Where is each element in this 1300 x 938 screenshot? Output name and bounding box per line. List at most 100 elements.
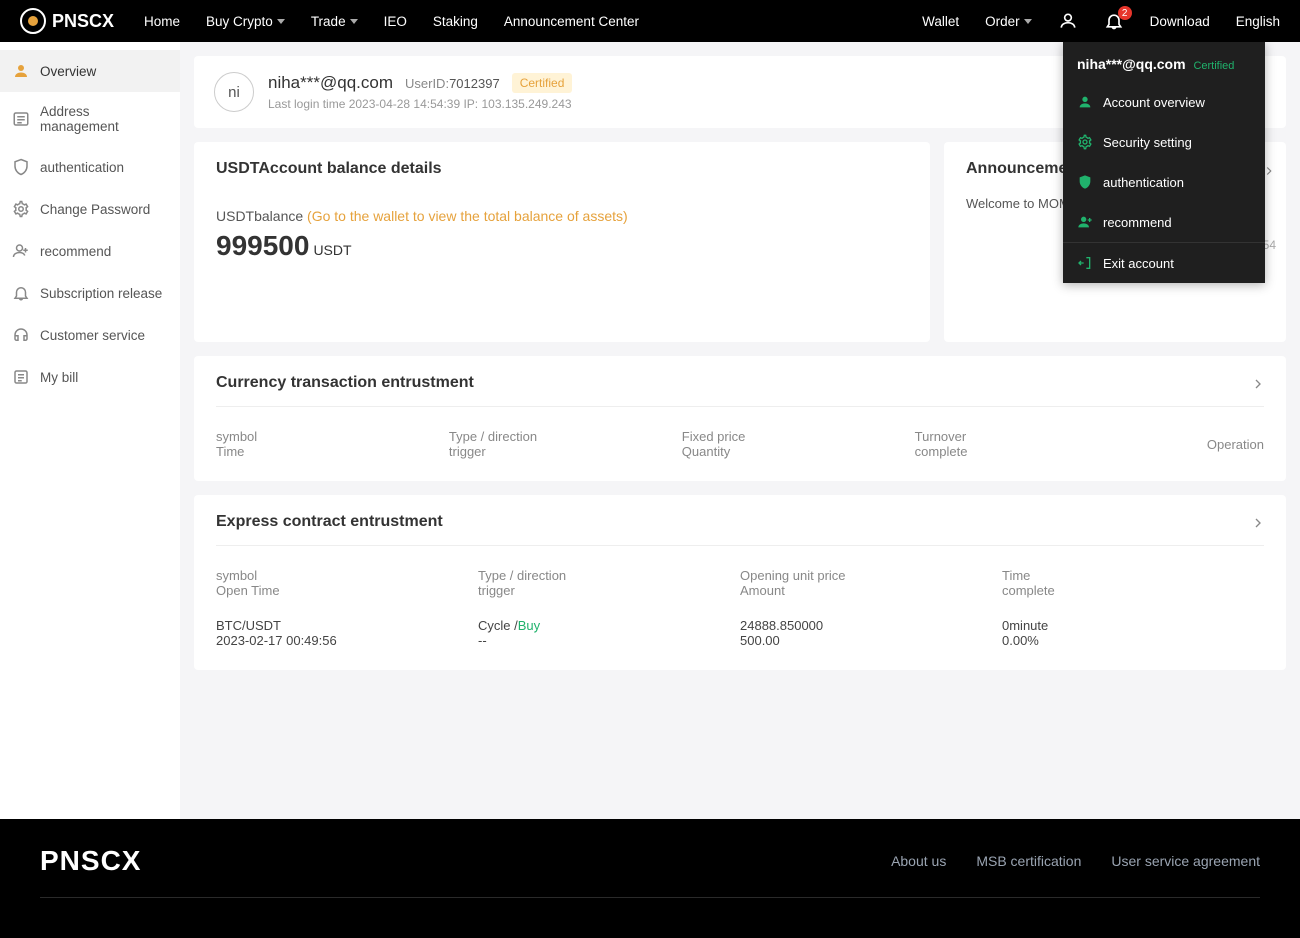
footer-agreement[interactable]: User service agreement — [1111, 853, 1260, 869]
sidebar-address-label: Address management — [40, 104, 168, 134]
buy-label: Buy — [518, 618, 540, 633]
brand-text: PNSCX — [52, 11, 114, 32]
user-email: niha***@qq.com — [268, 73, 393, 93]
th: trigger — [478, 583, 740, 598]
gear-icon — [1077, 134, 1093, 150]
nav-buy[interactable]: Buy Crypto — [206, 14, 285, 29]
certified-badge: Certified — [512, 73, 573, 93]
sidebar-item-bill[interactable]: My bill — [0, 356, 180, 398]
nav-buy-label: Buy Crypto — [206, 14, 273, 29]
balance-label: USDTbalance — [216, 208, 303, 224]
dropdown-overview-label: Account overview — [1103, 95, 1205, 110]
cycle-label: Cycle / — [478, 618, 518, 633]
balance-link[interactable]: (Go to the wallet to view the total bala… — [307, 208, 628, 224]
td: 0.00% — [1002, 633, 1264, 648]
nav-right: Wallet Order 2 Download English — [922, 11, 1280, 31]
sidebar-bill-label: My bill — [40, 370, 78, 385]
dropdown-authentication[interactable]: authentication — [1063, 162, 1265, 202]
nav-ieo[interactable]: IEO — [384, 14, 407, 29]
dropdown-recommend[interactable]: recommend — [1063, 202, 1265, 242]
currency-table-header: symbolTime Type / directiontrigger Fixed… — [216, 425, 1264, 463]
th: symbol — [216, 568, 478, 583]
th: Type / direction — [449, 429, 682, 444]
balance-title: USDTAccount balance details — [216, 160, 908, 178]
balance-card: USDTAccount balance details USDTbalance … — [194, 142, 930, 342]
sidebar-item-customer[interactable]: Customer service — [0, 314, 180, 356]
th: Operation — [1207, 437, 1264, 452]
shield-icon — [12, 158, 30, 176]
sidebar-item-overview[interactable]: Overview — [0, 50, 180, 92]
sidebar-overview-label: Overview — [40, 64, 96, 79]
sidebar-item-auth[interactable]: authentication — [0, 146, 180, 188]
footer-brand: PNSCX — [40, 845, 141, 877]
th: Time — [1002, 568, 1264, 583]
sidebar-cust-label: Customer service — [40, 328, 145, 343]
brand[interactable]: PNSCX — [20, 8, 114, 34]
user-id-label: UserID: — [405, 76, 449, 91]
footer-links: About us MSB certification User service … — [891, 853, 1260, 869]
nav-lang[interactable]: English — [1236, 14, 1280, 29]
dropdown-email: niha***@qq.com — [1077, 56, 1186, 72]
th: Amount — [740, 583, 1002, 598]
topbar: PNSCX Home Buy Crypto Trade IEO Staking … — [0, 0, 1300, 42]
th: Open Time — [216, 583, 478, 598]
sidebar-sub-label: Subscription release — [40, 286, 162, 301]
nav-order[interactable]: Order — [985, 14, 1032, 29]
brand-logo-icon — [20, 8, 46, 34]
nav-wallet[interactable]: Wallet — [922, 14, 959, 29]
headset-icon — [12, 326, 30, 344]
balance-amount: 999500USDT — [216, 230, 908, 262]
nav-trade-label: Trade — [311, 14, 346, 29]
user-id: UserID:7012397 — [405, 76, 500, 91]
nav-left: Home Buy Crypto Trade IEO Staking Announ… — [144, 14, 639, 29]
user-plus-icon — [1077, 214, 1093, 230]
th: Turnover — [915, 429, 1148, 444]
sidebar-item-recommend[interactable]: recommend — [0, 230, 180, 272]
chevron-right-icon[interactable] — [1250, 376, 1266, 392]
chevron-right-icon[interactable] — [1250, 515, 1266, 531]
user-icon — [1077, 94, 1093, 110]
avatar: ni — [214, 72, 254, 112]
nav-staking[interactable]: Staking — [433, 14, 478, 29]
th: complete — [1002, 583, 1264, 598]
chevron-down-icon — [350, 19, 358, 24]
bell-badge: 2 — [1118, 6, 1132, 20]
user-lastlogin: Last login time 2023-04-28 14:54:39 IP: … — [268, 97, 572, 111]
th: Time — [216, 444, 449, 459]
sidebar-item-subscription[interactable]: Subscription release — [0, 272, 180, 314]
dropdown-account-overview[interactable]: Account overview — [1063, 82, 1265, 122]
th: symbol — [216, 429, 449, 444]
sidebar: Overview Address management authenticati… — [0, 42, 180, 819]
td: 2023-02-17 00:49:56 — [216, 633, 478, 648]
td: 24888.850000 — [740, 618, 1002, 633]
user-dropdown: niha***@qq.com Certified Account overvie… — [1063, 42, 1265, 283]
th: Quantity — [682, 444, 915, 459]
footer-msb[interactable]: MSB certification — [976, 853, 1081, 869]
sidebar-item-password[interactable]: Change Password — [0, 188, 180, 230]
nav-order-label: Order — [985, 14, 1020, 29]
express-table-header: symbolOpen Time Type / directiontrigger … — [216, 564, 1264, 602]
nav-announcement[interactable]: Announcement Center — [504, 14, 639, 29]
nav-trade[interactable]: Trade — [311, 14, 358, 29]
th: Fixed price — [682, 429, 915, 444]
footer-about[interactable]: About us — [891, 853, 946, 869]
th: complete — [915, 444, 1148, 459]
balance-unit: USDT — [313, 242, 351, 258]
user-plus-icon — [12, 242, 30, 260]
dropdown-exit-label: Exit account — [1103, 256, 1174, 271]
dropdown-recommend-label: recommend — [1103, 215, 1172, 230]
bell-icon[interactable]: 2 — [1104, 11, 1124, 31]
user-icon[interactable] — [1058, 11, 1078, 31]
th: trigger — [449, 444, 682, 459]
dropdown-security-setting[interactable]: Security setting — [1063, 122, 1265, 162]
sidebar-item-address[interactable]: Address management — [0, 92, 180, 146]
dropdown-exit-account[interactable]: Exit account — [1063, 242, 1265, 283]
currency-entrustment-card: Currency transaction entrustment symbolT… — [194, 356, 1286, 481]
dropdown-auth-label: authentication — [1103, 175, 1184, 190]
nav-download[interactable]: Download — [1150, 14, 1210, 29]
td: -- — [478, 633, 740, 648]
nav-home[interactable]: Home — [144, 14, 180, 29]
td: Cycle /Buy — [478, 618, 740, 633]
sidebar-rec-label: recommend — [40, 244, 111, 259]
express-entrustment-title: Express contract entrustment — [216, 513, 1264, 546]
